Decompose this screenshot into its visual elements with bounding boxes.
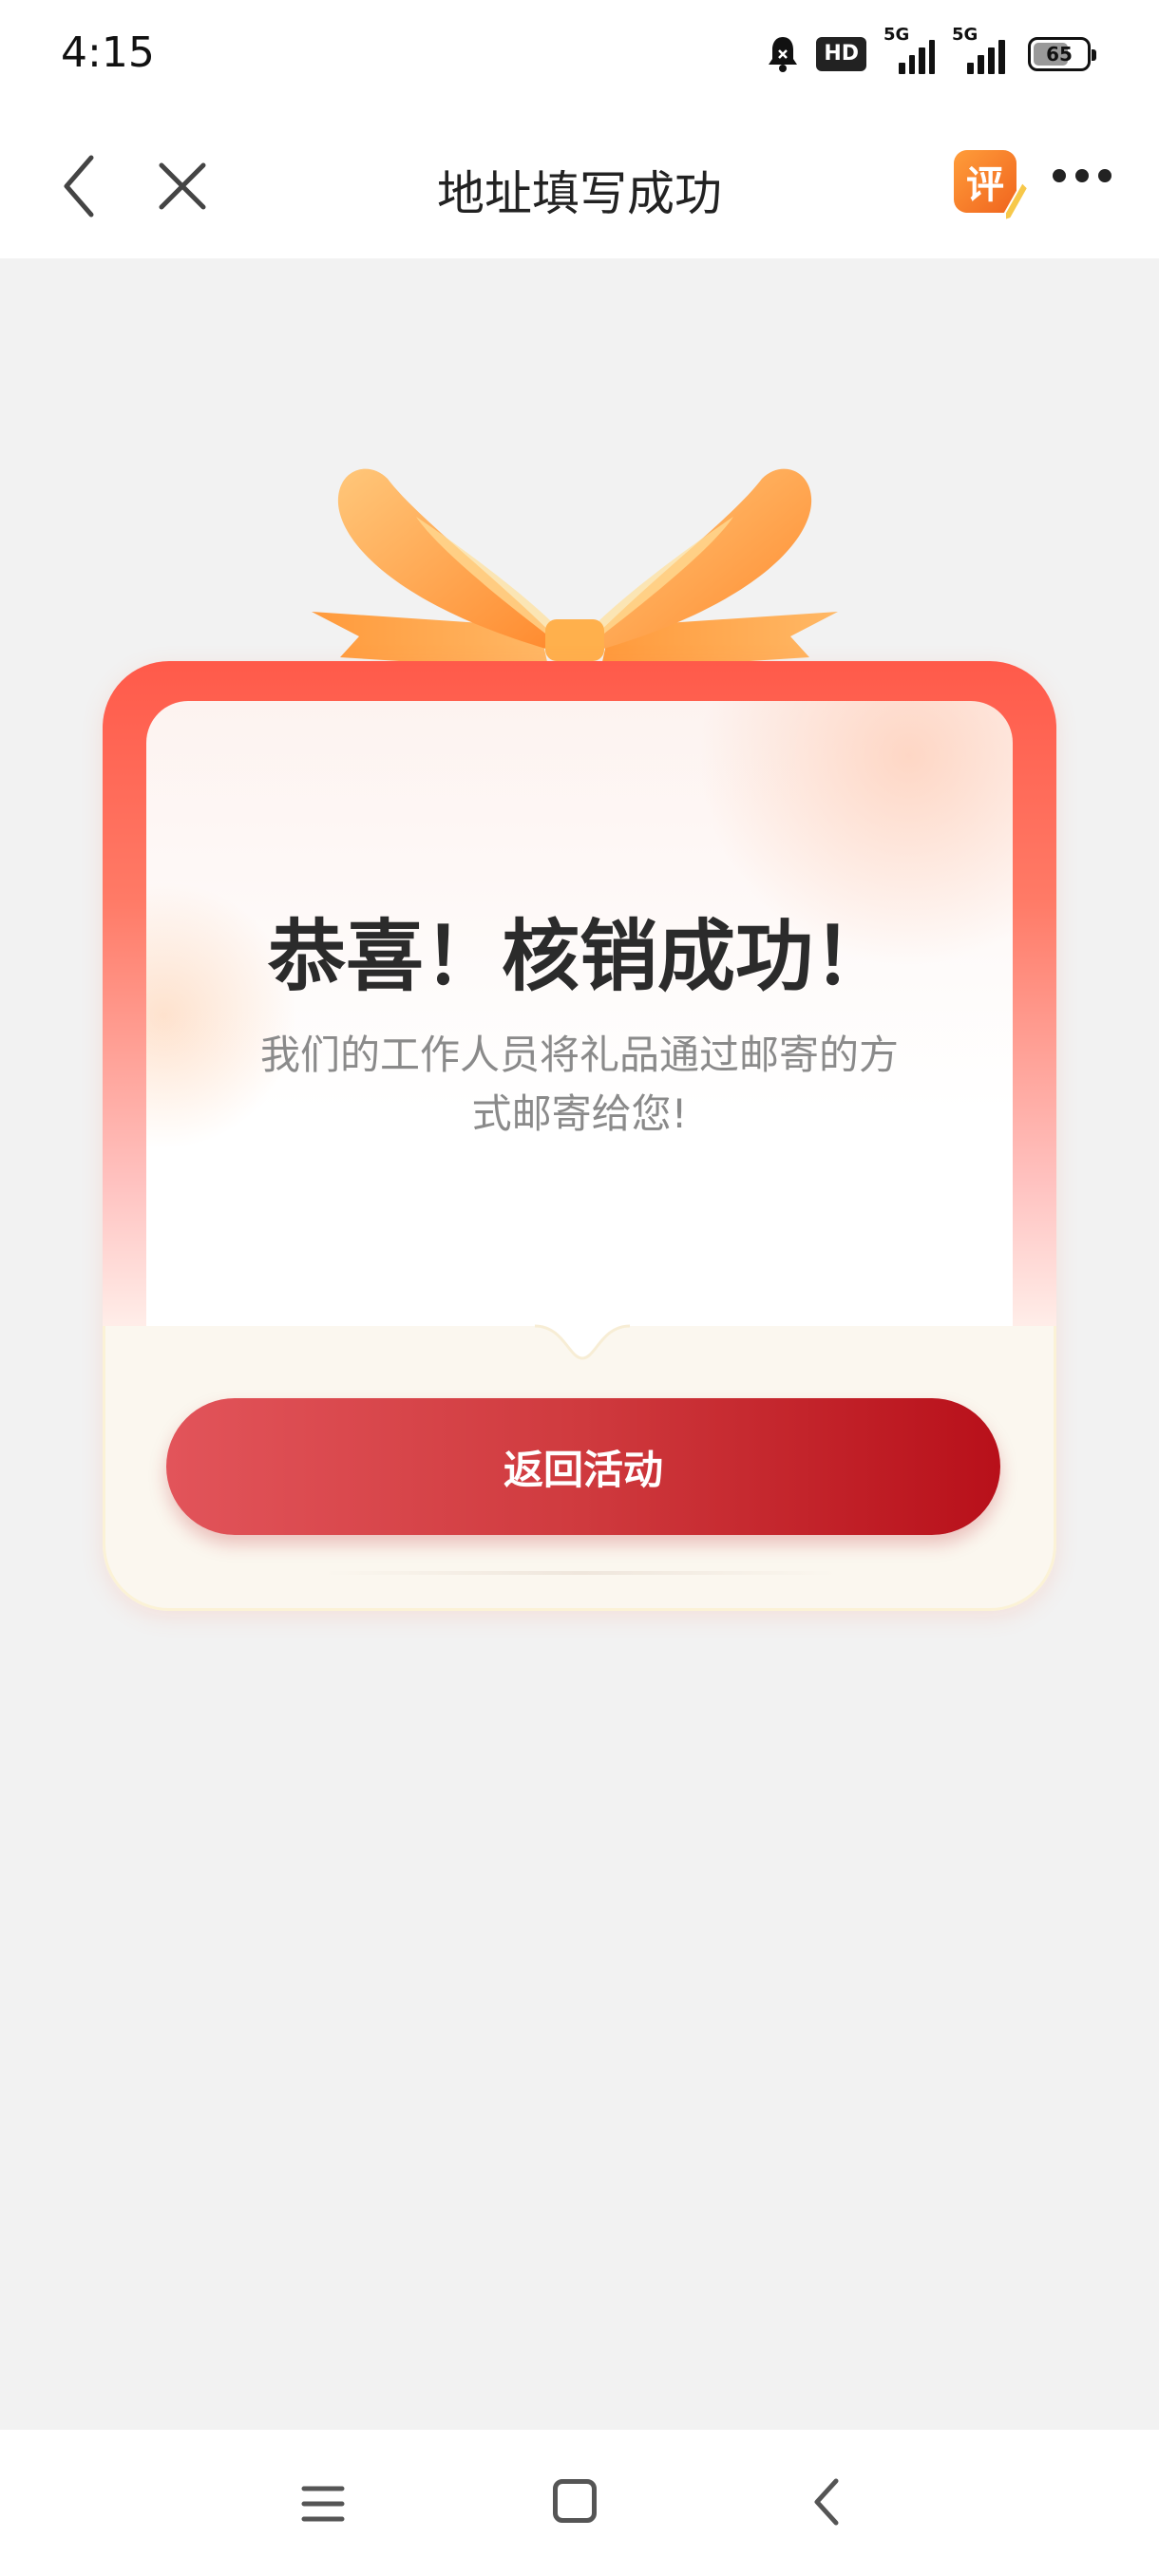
battery-level: 65 <box>1046 43 1073 66</box>
review-icon[interactable]: 评 <box>954 150 1030 222</box>
success-title: 恭喜！核销成功！ <box>267 912 891 1002</box>
status-bar: 4:15 HD 5G 5G 65 <box>0 0 1159 114</box>
signal-label: 5G <box>952 25 978 45</box>
back-icon[interactable] <box>808 2475 846 2529</box>
card-frame: 恭喜！核销成功！ 我们的工作人员将礼品通过邮寄的方式邮寄给您! 返回活动 <box>103 661 1056 1611</box>
signal-5g-icon: 5G <box>952 25 1011 74</box>
card-footer: 返回活动 <box>103 1324 1056 1611</box>
status-icons: HD 5G 5G 65 <box>767 25 1096 74</box>
signal-5g-icon: 5G <box>884 25 935 74</box>
review-label: 评 <box>966 163 1004 207</box>
bell-icon <box>769 37 798 72</box>
return-activity-button[interactable]: 返回活动 <box>166 1398 1000 1535</box>
home-icon[interactable] <box>553 2479 597 2523</box>
signal-label: 5G <box>884 25 910 45</box>
pencil-icon <box>1004 180 1030 222</box>
status-time: 4:15 <box>61 28 155 77</box>
battery-icon: 65 <box>1028 37 1096 71</box>
divider <box>324 1571 837 1575</box>
menu-icon[interactable] <box>300 2483 346 2525</box>
nav-bar: 地址填写成功 评 <box>0 114 1159 258</box>
success-message: 我们的工作人员将礼品通过邮寄的方式邮寄给您! <box>259 1032 899 1137</box>
gift-card: 恭喜！核销成功！ 我们的工作人员将礼品通过邮寄的方式邮寄给您! 返回活动 <box>0 258 1159 1683</box>
card-notch <box>535 1324 630 1360</box>
system-nav-bar <box>0 2430 1159 2576</box>
more-icon[interactable] <box>1053 169 1112 182</box>
card-panel: 恭喜！核销成功！ 我们的工作人员将礼品通过邮寄的方式邮寄给您! <box>146 701 1013 1385</box>
content-area: 恭喜！核销成功！ 我们的工作人员将礼品通过邮寄的方式邮寄给您! 返回活动 <box>0 258 1159 2430</box>
hd-icon: HD <box>816 37 866 71</box>
